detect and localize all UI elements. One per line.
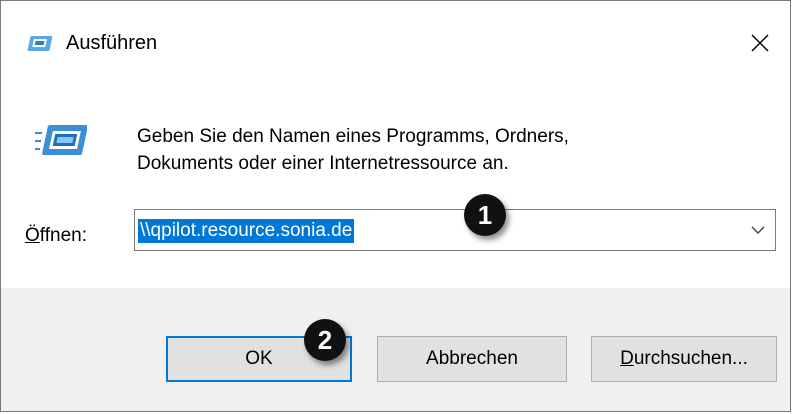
description-line: Dokuments oder einer Internetressource a…: [137, 153, 509, 174]
window-title: Ausführen: [66, 32, 158, 54]
open-label: Öffnen:: [25, 224, 87, 248]
description: Geben Sie den Namen eines Programms, Ord…: [137, 123, 697, 177]
open-combobox[interactable]: \\qpilot.resource.sonia.de: [134, 209, 776, 251]
open-input-value[interactable]: \\qpilot.resource.sonia.de: [138, 219, 355, 243]
cancel-button[interactable]: Abbrechen: [377, 336, 567, 382]
browse-accelerator: D: [620, 348, 634, 369]
browse-label: urchsuchen...: [633, 348, 748, 369]
dialog-content: Geben Sie den Namen eines Programms, Ord…: [1, 85, 790, 288]
run-icon: [35, 125, 87, 155]
browse-button[interactable]: Durchsuchen...: [591, 336, 777, 382]
button-bar: OK Abbrechen Durchsuchen...: [1, 288, 790, 411]
chevron-down-icon[interactable]: [749, 222, 767, 238]
description-line: Geben Sie den Namen eines Programms, Ord…: [137, 126, 569, 147]
open-label-accelerator: Ö: [25, 225, 40, 246]
close-button[interactable]: [738, 21, 782, 65]
step-badge-1: 1: [464, 194, 506, 236]
run-icon: [27, 36, 53, 51]
title-bar: Ausführen: [1, 1, 790, 85]
step-badge-2: 2: [304, 319, 346, 361]
open-label-text: ffnen:: [39, 225, 87, 246]
run-dialog: Ausführen Geben Sie den Namen eines Prog…: [0, 0, 791, 412]
close-icon: [751, 34, 769, 52]
